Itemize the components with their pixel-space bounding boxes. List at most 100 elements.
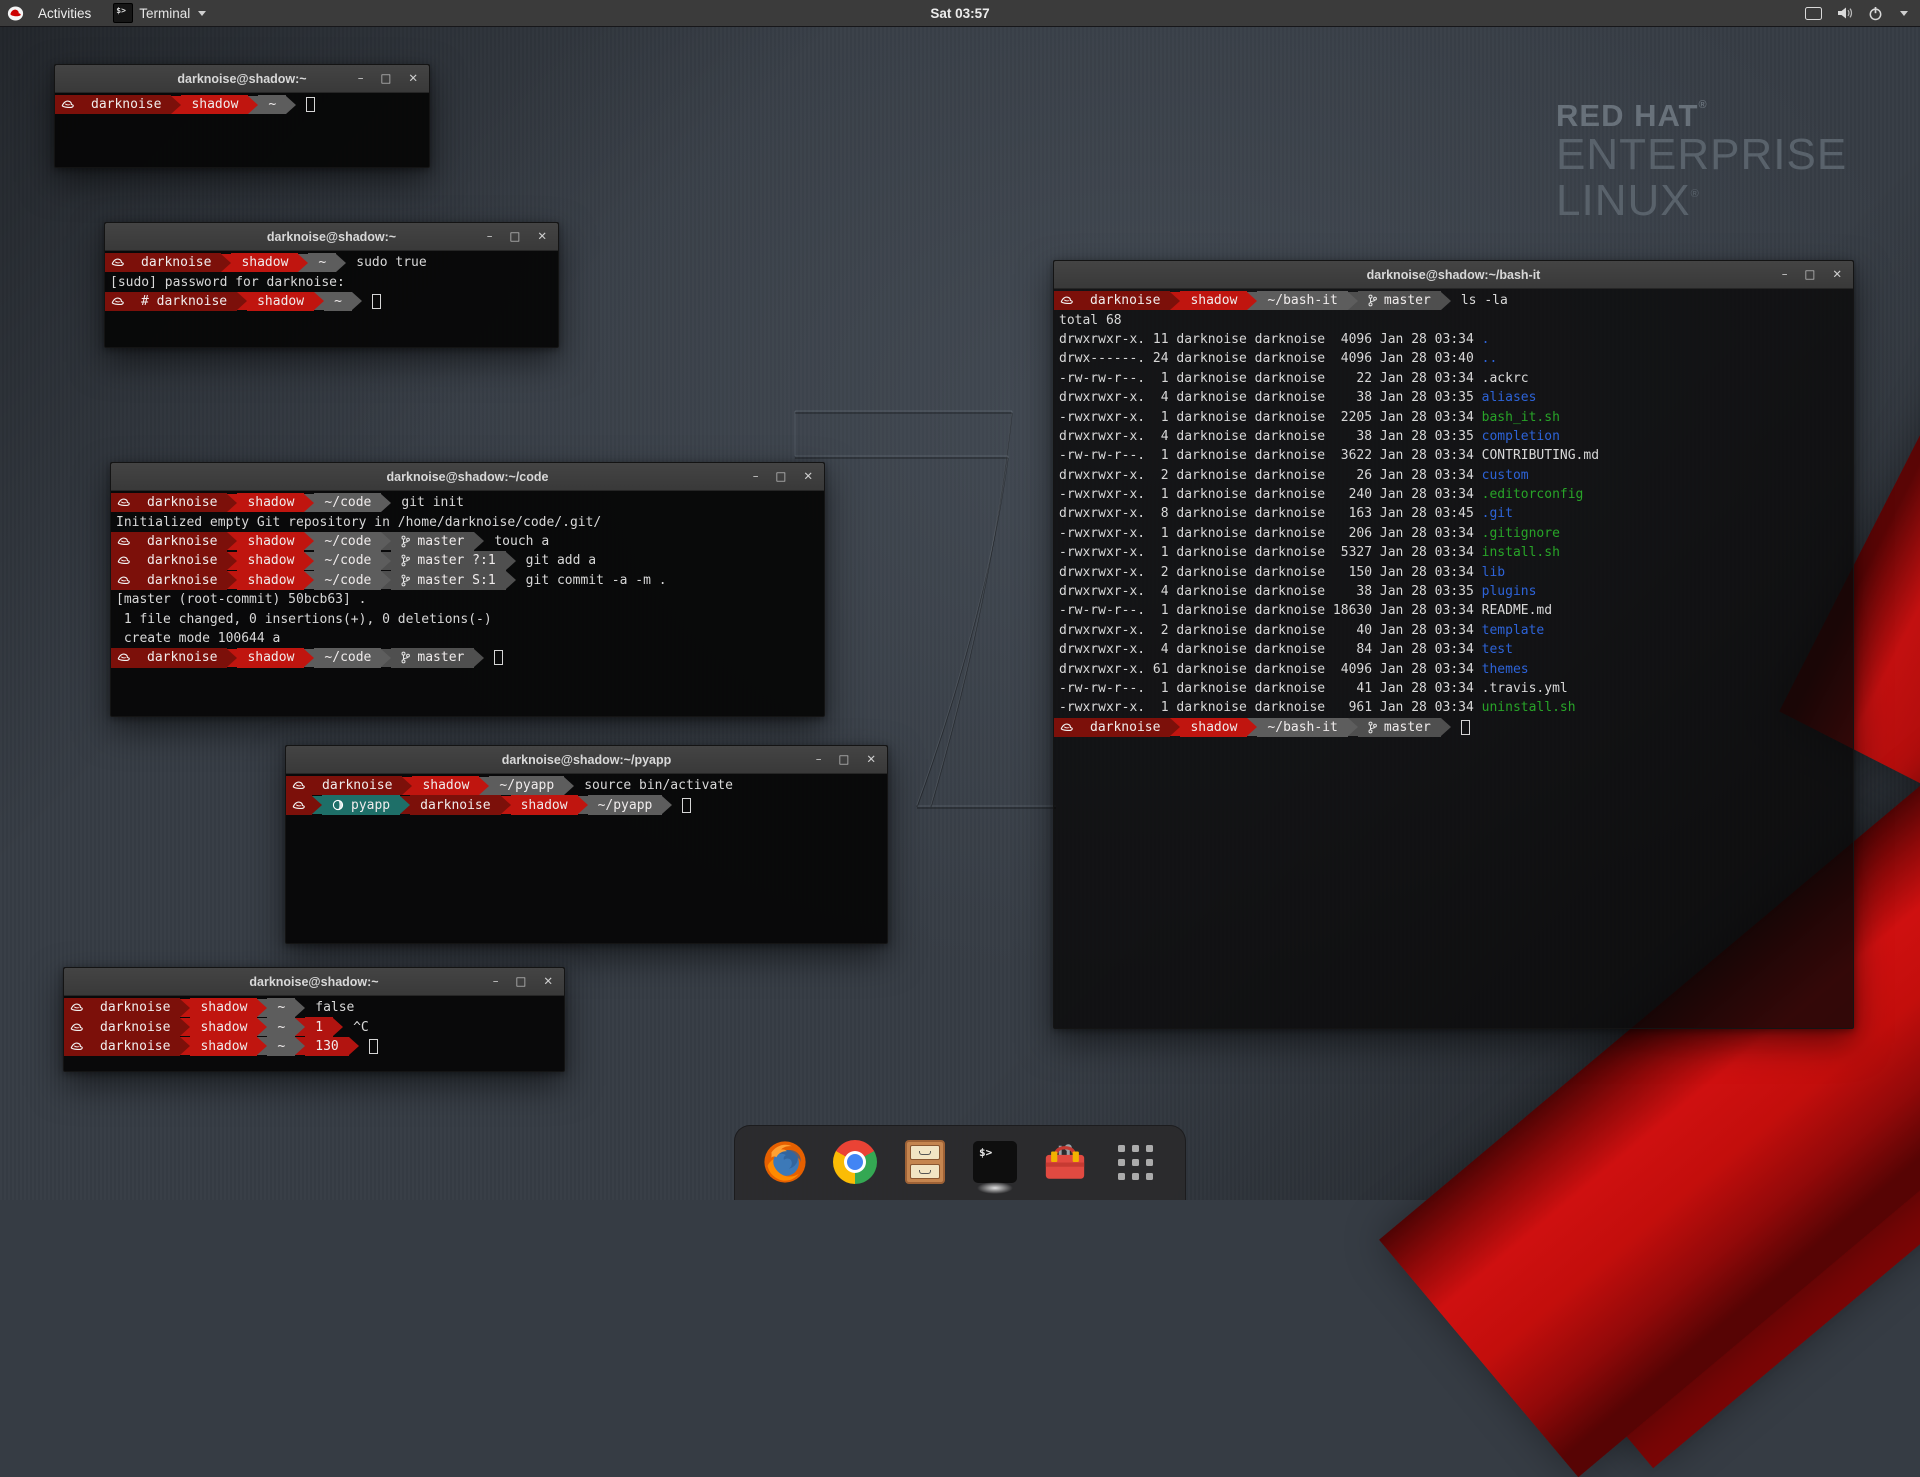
rhel-brand-watermark: RED HAT® ENTERPRISE LINUX®: [1556, 100, 1847, 224]
powerline-separator: [501, 796, 511, 814]
dock-item-chrome[interactable]: [831, 1138, 879, 1186]
redhat-prompt-icon: [1054, 718, 1080, 737]
terminal-content[interactable]: darknoiseshadow~/bash-itmasterls -latota…: [1054, 289, 1853, 1030]
volume-icon: [1837, 6, 1853, 20]
window-titlebar[interactable]: darknoise@shadow:~–□✕: [64, 968, 564, 996]
redhat-prompt-icon: [111, 648, 137, 667]
window-title: darknoise@shadow:~/pyapp: [502, 753, 672, 767]
terminal-content[interactable]: darknoiseshadow~/codegit initInitialized…: [111, 491, 824, 718]
git-branch-icon: [1368, 721, 1377, 734]
system-status-area[interactable]: [1805, 6, 1920, 21]
prompt-segment-d: ~: [267, 1037, 295, 1056]
terminal-line: darknoiseshadow~/bash-itmaster: [1054, 718, 1853, 737]
prompt-segment-d: ~/pyapp: [588, 795, 663, 814]
dock-item-show-applications[interactable]: [1111, 1138, 1159, 1186]
minimize-button[interactable]: –: [358, 73, 364, 85]
terminal-line: -rwxrwxr-x. 1 darknoise darknoise 240 Ja…: [1054, 485, 1853, 504]
prompt-segment-h: shadow: [190, 1017, 257, 1036]
maximize-button[interactable]: □: [509, 231, 520, 243]
terminal-content[interactable]: darknoiseshadow~/pyappsource bin/activat…: [286, 774, 887, 945]
prompt-segment-h: shadow: [247, 292, 314, 311]
terminal-window: darknoise@shadow:~–□✕darknoiseshadow~sud…: [104, 222, 559, 348]
terminal-cursor: [369, 1039, 378, 1054]
power-icon: [1868, 6, 1883, 21]
prompt-segment-d: ~: [258, 95, 286, 114]
powerline-separator: [506, 552, 516, 570]
window-titlebar[interactable]: darknoise@shadow:~/bash-it–□✕: [1054, 261, 1853, 289]
minimize-button[interactable]: –: [816, 754, 822, 766]
window-titlebar[interactable]: darknoise@shadow:~/code–□✕: [111, 463, 824, 491]
terminal-content[interactable]: darknoiseshadow~sudo true[sudo] password…: [105, 251, 558, 349]
redhat-prompt-icon: [64, 998, 90, 1017]
output-text: create mode 100644 a: [111, 631, 280, 646]
app-menu-terminal[interactable]: $> Terminal: [105, 0, 214, 26]
prompt-segment-g: master ?:1: [391, 551, 505, 570]
prompt-segment-u: darknoise: [410, 795, 500, 814]
minimize-button[interactable]: –: [753, 471, 759, 483]
activities-button[interactable]: Activities: [30, 4, 99, 23]
window-controls: – □ ✕: [816, 746, 876, 773]
clock[interactable]: Sat 03:57: [930, 6, 989, 21]
command-text: false: [315, 1000, 354, 1015]
terminal-line: [master (root-commit) 50bcb63] .: [111, 590, 824, 609]
terminal-line: -rw-rw-r--. 1 darknoise darknoise 41 Jan…: [1054, 679, 1853, 698]
git-branch-icon: [1368, 294, 1377, 307]
output-text: Initialized empty Git repository in /hom…: [111, 515, 601, 530]
terminal-line: -rw-rw-r--. 1 darknoise darknoise 22 Jan…: [1054, 369, 1853, 388]
window-titlebar[interactable]: darknoise@shadow:~–□✕: [55, 65, 429, 93]
output-text: -rwxrwxr-x. 1 darknoise darknoise 2205 J…: [1054, 410, 1560, 425]
output-text: -rw-rw-r--. 1 darknoise darknoise 41 Jan…: [1054, 681, 1568, 696]
window-controls: – □ ✕: [487, 223, 547, 250]
redhat-prompt-icon: [55, 95, 81, 114]
terminal-content[interactable]: darknoiseshadow~: [55, 93, 429, 169]
prompt-segment-h: shadow: [237, 532, 304, 551]
powerline-separator: [564, 777, 574, 795]
close-button[interactable]: ✕: [866, 754, 876, 766]
output-text: drwxrwxr-x. 61 darknoise darknoise 4096 …: [1054, 662, 1529, 677]
powerline-separator: [402, 777, 412, 795]
terminal-line: darknoiseshadow~1^C: [64, 1017, 564, 1036]
powerline-separator: [180, 1018, 190, 1036]
output-text: 1 file changed, 0 insertions(+), 0 delet…: [111, 612, 492, 627]
close-button[interactable]: ✕: [537, 231, 547, 243]
maximize-button[interactable]: □: [775, 471, 786, 483]
close-button[interactable]: ✕: [408, 73, 418, 85]
close-button[interactable]: ✕: [1832, 269, 1842, 281]
powerline-separator: [295, 1018, 305, 1036]
close-button[interactable]: ✕: [803, 471, 813, 483]
prompt-segment-u: darknoise: [131, 253, 221, 272]
window-titlebar[interactable]: darknoise@shadow:~/pyapp – □ ✕: [286, 746, 887, 774]
terminal-cursor: [1461, 720, 1470, 735]
dock-item-terminal[interactable]: $>: [971, 1138, 1019, 1186]
terminal-line: create mode 100644 a: [111, 629, 824, 648]
maximize-button[interactable]: □: [515, 976, 526, 988]
prompt-segment-e: 1: [305, 1017, 333, 1036]
terminal-cursor: [372, 294, 381, 309]
prompt-segment-u: darknoise: [90, 1017, 180, 1036]
maximize-button[interactable]: □: [838, 754, 849, 766]
minimize-button[interactable]: –: [487, 231, 493, 243]
output-text: drwxrwxr-x. 4 darknoise darknoise 38 Jan…: [1054, 429, 1560, 444]
firefox-icon: [762, 1139, 808, 1185]
minimize-button[interactable]: –: [1782, 269, 1788, 281]
powerline-separator: [257, 999, 267, 1017]
prompt-segment-h: shadow: [237, 493, 304, 512]
window-titlebar[interactable]: darknoise@shadow:~–□✕: [105, 223, 558, 251]
terminal-line: drwxrwxr-x. 4 darknoise darknoise 38 Jan…: [1054, 427, 1853, 446]
prompt-segment-h: shadow: [1180, 291, 1247, 310]
close-button[interactable]: ✕: [543, 976, 553, 988]
powerline-separator: [227, 494, 237, 512]
maximize-button[interactable]: □: [380, 73, 391, 85]
maximize-button[interactable]: □: [1804, 269, 1815, 281]
output-text: drwxrwxr-x. 8 darknoise darknoise 163 Ja…: [1054, 506, 1513, 521]
redhat-prompt-icon: [105, 253, 131, 272]
dock-item-firefox[interactable]: [761, 1138, 809, 1186]
powerline-separator: [304, 494, 314, 512]
dock-item-toolbox[interactable]: [1041, 1138, 1089, 1186]
minimize-button[interactable]: –: [493, 976, 499, 988]
prompt-segment-g: master: [391, 648, 474, 667]
terminal-content[interactable]: darknoiseshadow~falsedarknoiseshadow~1^C…: [64, 996, 564, 1073]
prompt-segment-v: pyapp: [322, 795, 400, 814]
dock-item-file-manager[interactable]: [901, 1138, 949, 1186]
window-controls: – □ ✕: [493, 968, 553, 995]
